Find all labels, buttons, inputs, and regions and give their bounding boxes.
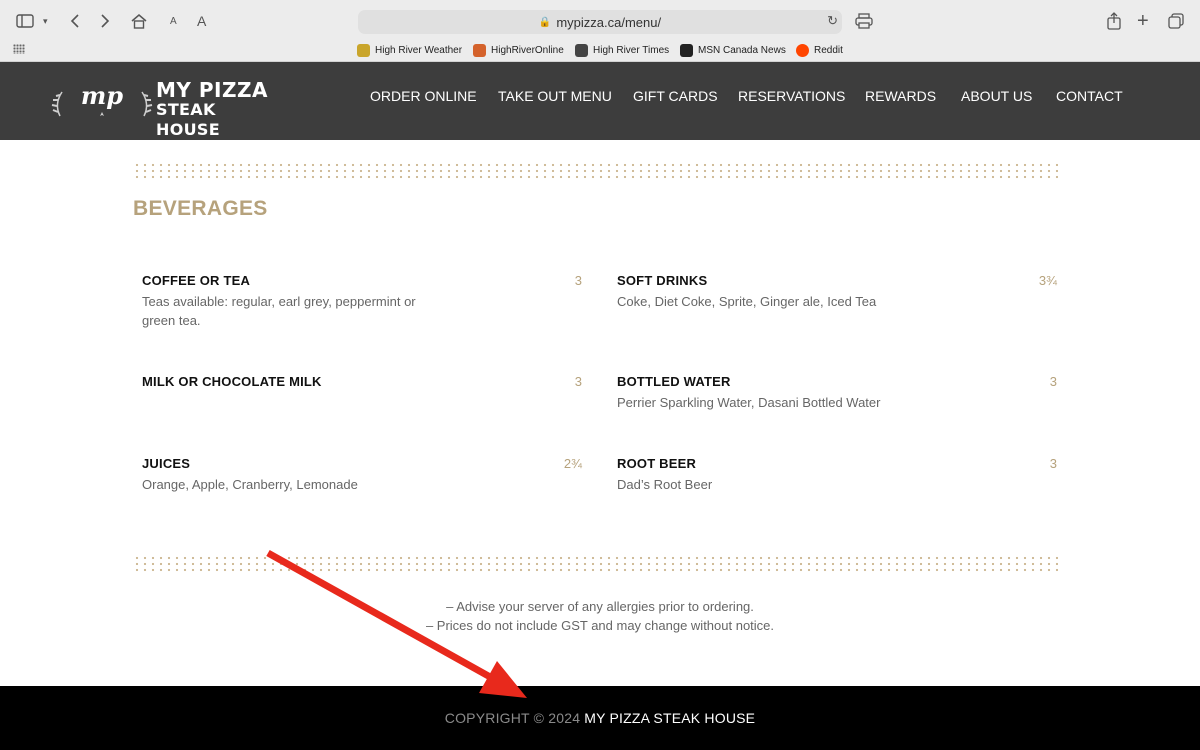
site-footer: COPYRIGHT © 2024 MY PIZZA STEAK HOUSE	[0, 686, 1200, 750]
lock-icon: 🔒	[538, 16, 552, 28]
item-description: Teas available: regular, earl grey, pepp…	[142, 294, 416, 328]
footer-site-name[interactable]: MY PIZZA STEAK HOUSE	[584, 710, 755, 726]
bookmark-label: High River Weather	[375, 44, 463, 56]
menu-item: BOTTLED WATER 3 Perrier Sparkling Water,…	[617, 374, 1057, 412]
logo-text: MY PIZZA STEAK HOUSE	[156, 80, 280, 140]
nav-gift-cards[interactable]: GIFT CARDS	[633, 88, 718, 104]
logo-line-1: MY PIZZA	[156, 78, 268, 102]
bookmark-item[interactable]: Reddit	[796, 42, 843, 58]
dotted-divider	[133, 555, 1058, 573]
note-prices: – Prices do not include GST and may chan…	[425, 618, 775, 633]
item-name: SOFT DRINKS	[617, 273, 708, 288]
browser-chrome: ▾ A A 🔒 mypizza.ca/menu/ ↻ + High River	[0, 0, 1200, 62]
bookmark-item[interactable]: HighRiverOnline	[473, 42, 564, 58]
item-name: BOTTLED WATER	[617, 374, 731, 389]
nav-rewards[interactable]: REWARDS	[865, 88, 936, 104]
favorites-grid-icon[interactable]	[13, 44, 25, 54]
print-icon[interactable]	[855, 10, 873, 32]
bookmark-item[interactable]: MSN Canada News	[680, 42, 786, 58]
bookmark-favicon-icon	[473, 43, 486, 57]
forward-icon[interactable]	[100, 10, 110, 32]
bookmark-label: MSN Canada News	[698, 44, 786, 56]
item-price: 3	[574, 374, 582, 389]
item-description: Orange, Apple, Cranberry, Lemonade	[142, 477, 358, 492]
item-price: 3¾	[1038, 273, 1057, 288]
url-text: mypizza.ca/menu/	[556, 14, 662, 30]
item-name: JUICES	[142, 456, 191, 471]
logo-mark: mp	[81, 81, 123, 110]
tab-overview-icon[interactable]	[1168, 10, 1184, 32]
site-logo[interactable]: mp MY PIZZA STEAK HOUSE	[50, 76, 280, 139]
copyright-text: COPYRIGHT © 2024	[444, 710, 581, 726]
item-description: Coke, Diet Coke, Sprite, Ginger ale, Ice…	[617, 294, 877, 309]
bookmark-favicon-icon	[680, 43, 693, 57]
nav-contact[interactable]: CONTACT	[1056, 88, 1123, 104]
text-larger-icon[interactable]: A	[197, 10, 206, 32]
bookmark-label: High River Times	[593, 44, 670, 56]
menu-item: SOFT DRINKS 3¾ Coke, Diet Coke, Sprite, …	[617, 273, 1057, 311]
nav-order-online[interactable]: ORDER ONLINE	[370, 88, 477, 104]
bookmark-item[interactable]: High River Times	[575, 42, 669, 58]
bookmark-favicon-icon	[575, 43, 588, 57]
address-bar[interactable]: 🔒 mypizza.ca/menu/ ↻	[358, 10, 842, 34]
nav-about-us[interactable]: ABOUT US	[961, 88, 1032, 104]
sidebar-icon[interactable]	[16, 10, 34, 32]
logo-emblem-icon: mp	[51, 81, 153, 117]
bookmark-label: Reddit	[814, 44, 843, 56]
item-name: ROOT BEER	[617, 456, 697, 471]
item-price: 3	[1049, 374, 1057, 389]
text-smaller-icon[interactable]: A	[170, 10, 177, 32]
bookmark-item[interactable]: High River Weather	[357, 42, 462, 58]
bookmark-favicon-icon	[357, 43, 370, 57]
item-name: COFFEE OR TEA	[142, 273, 251, 288]
bookmark-label: HighRiverOnline	[491, 44, 564, 56]
reload-icon[interactable]: ↻	[827, 13, 838, 29]
home-icon[interactable]	[130, 10, 148, 32]
item-description: Dad’s Root Beer	[617, 477, 713, 492]
item-price: 3	[1049, 456, 1057, 471]
item-price: 2¾	[563, 456, 582, 471]
back-icon[interactable]	[70, 10, 80, 32]
item-description: Perrier Sparkling Water, Dasani Bottled …	[617, 395, 881, 410]
item-name: MILK OR CHOCOLATE MILK	[142, 374, 322, 389]
new-tab-icon[interactable]: +	[1137, 10, 1149, 32]
section-title: BEVERAGES	[133, 197, 268, 220]
logo-line-2: STEAK HOUSE	[156, 100, 220, 139]
share-icon[interactable]	[1106, 10, 1122, 32]
note-allergies: – Advise your server of any allergies pr…	[446, 599, 754, 614]
menu-item: MILK OR CHOCOLATE MILK 3	[142, 374, 582, 389]
chevron-down-icon[interactable]: ▾	[43, 10, 48, 32]
menu-item: ROOT BEER 3 Dad’s Root Beer	[617, 456, 1057, 494]
nav-take-out-menu[interactable]: TAKE OUT MENU	[498, 88, 612, 104]
menu-item: COFFEE OR TEA 3 Teas available: regular,…	[142, 273, 582, 330]
browser-toolbar: ▾ A A 🔒 mypizza.ca/menu/ ↻ +	[0, 0, 1200, 40]
site-header: mp MY PIZZA STEAK HOUSE ORDER ONLINE TAK…	[0, 62, 1200, 140]
item-price: 3	[574, 273, 582, 288]
bookmark-favicon-icon	[796, 43, 809, 57]
menu-notes: – Advise your server of any allergies pr…	[0, 597, 1200, 635]
dotted-divider	[133, 162, 1058, 180]
nav-reservations[interactable]: RESERVATIONS	[738, 88, 845, 104]
menu-item: JUICES 2¾ Orange, Apple, Cranberry, Lemo…	[142, 456, 582, 494]
